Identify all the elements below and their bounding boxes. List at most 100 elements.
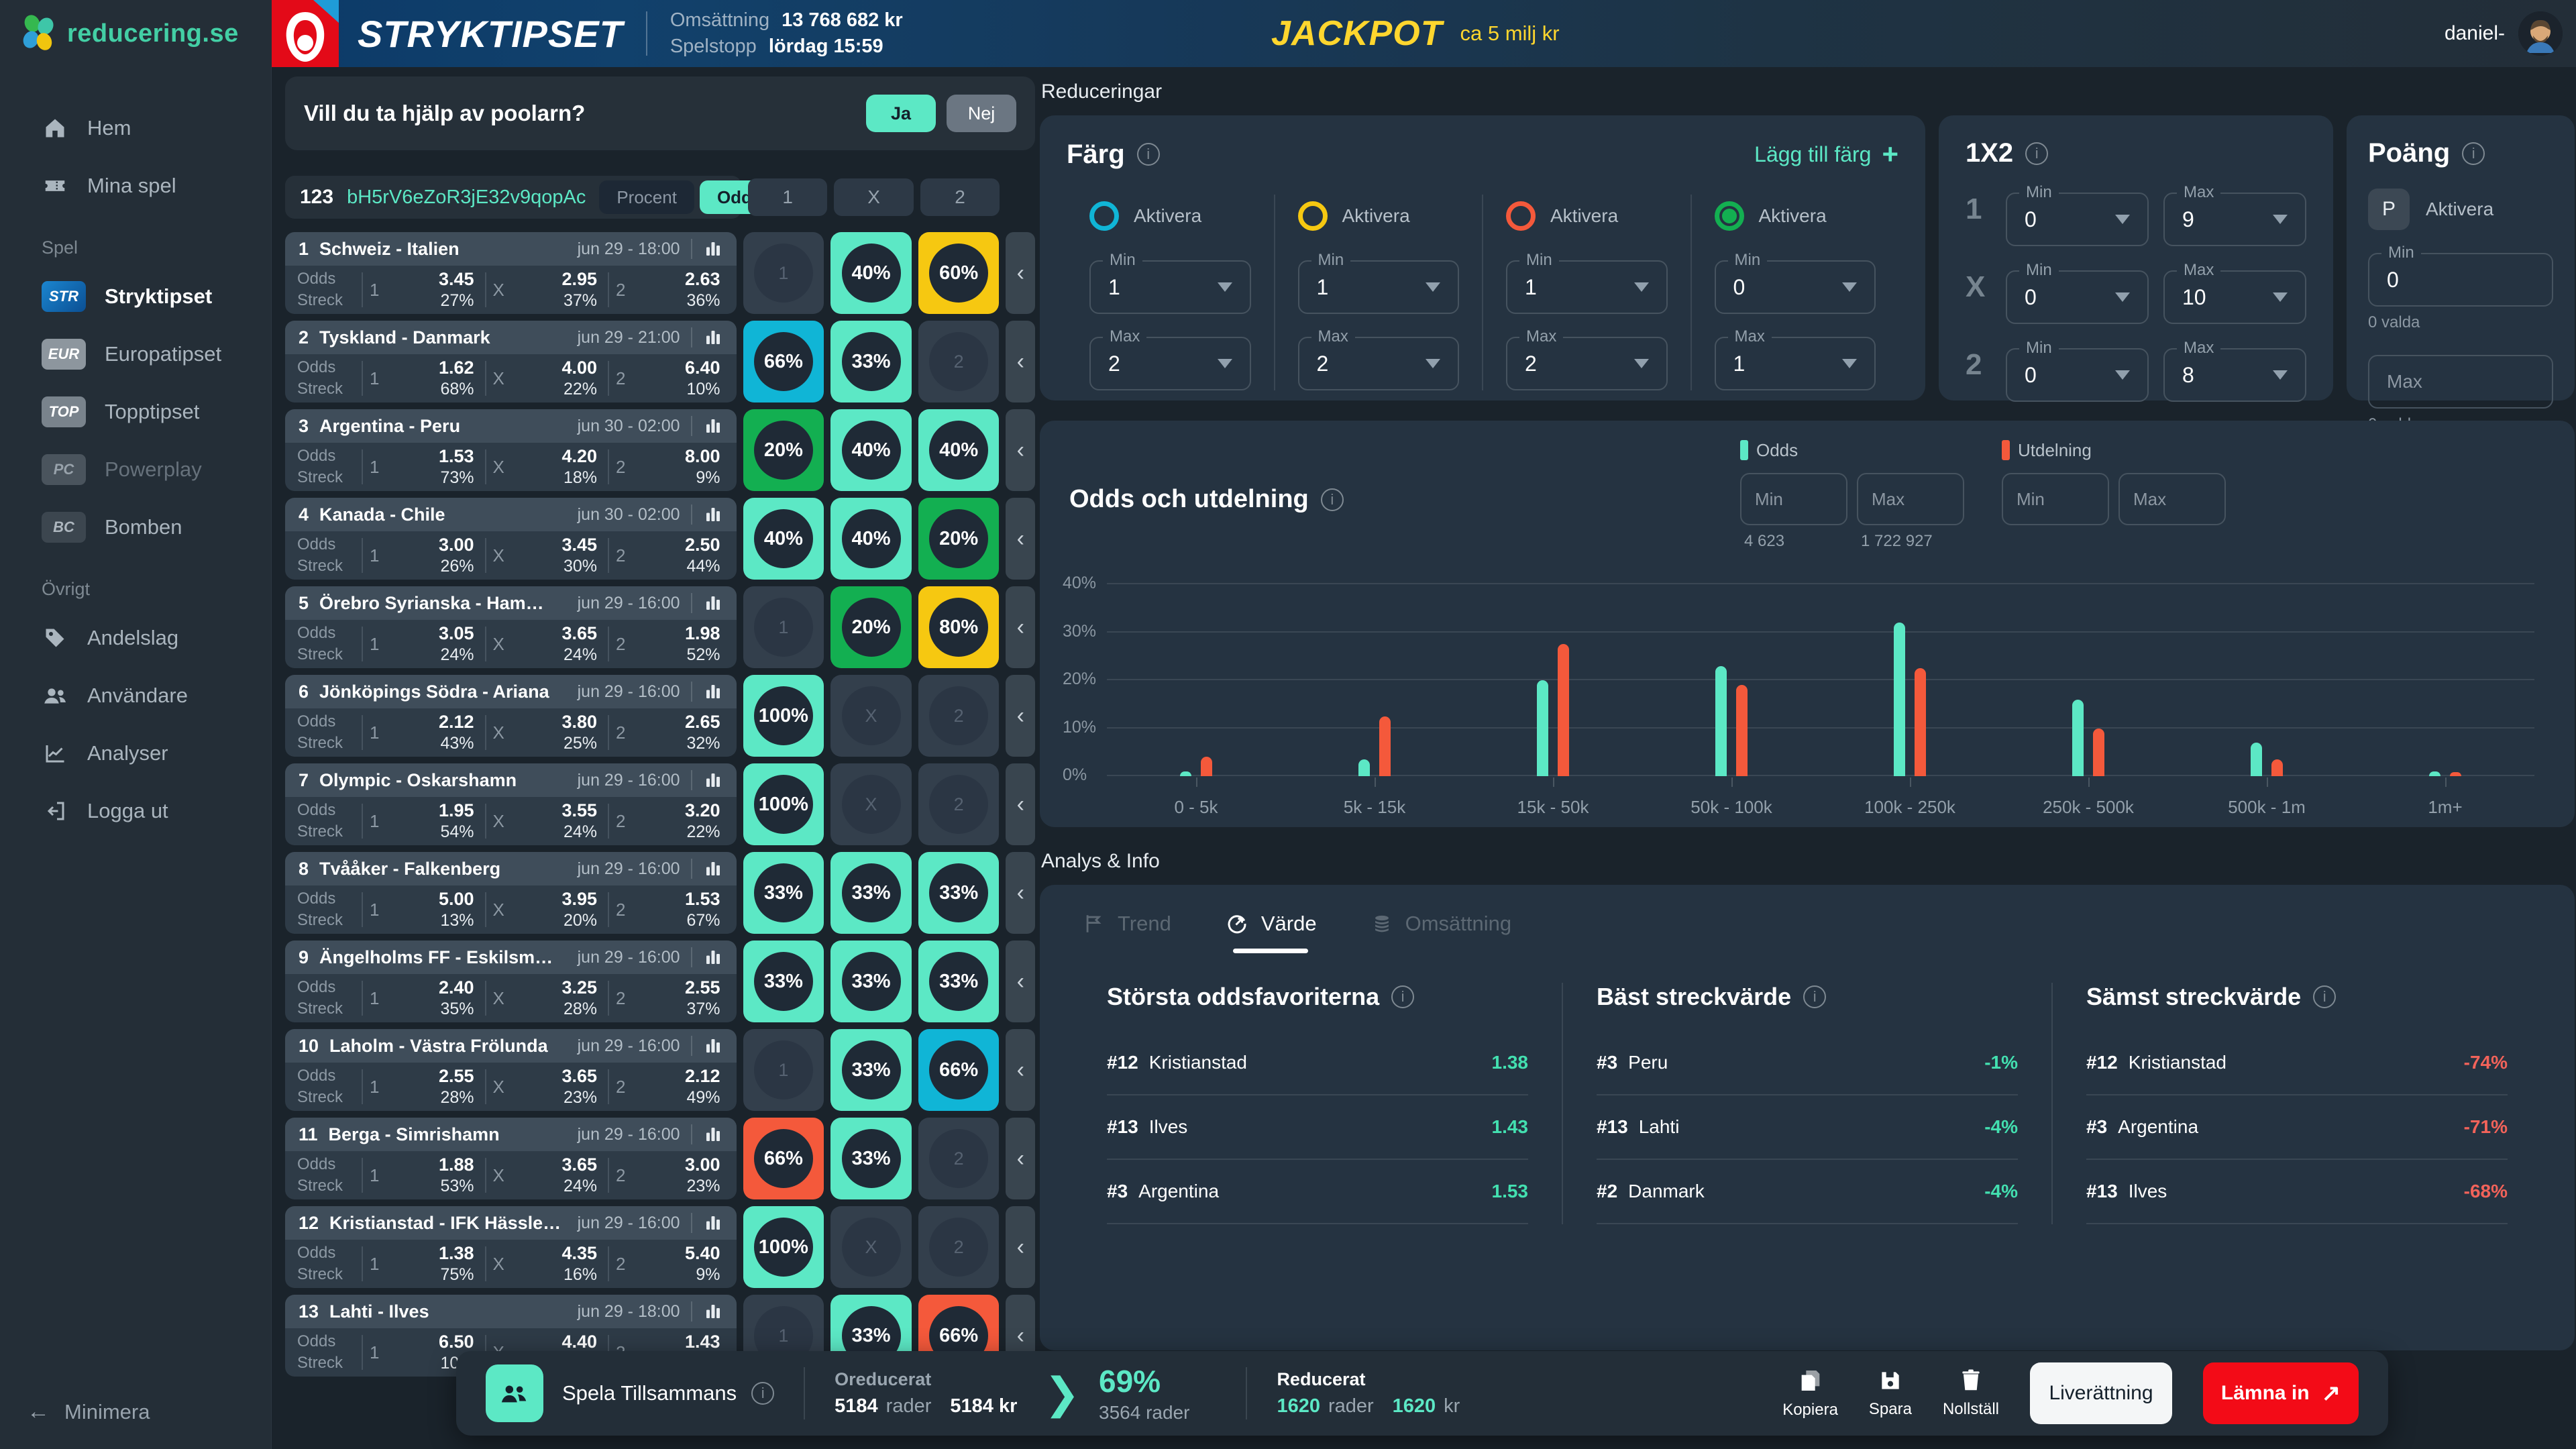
- tab-omsattning[interactable]: Omsättning: [1371, 912, 1512, 953]
- pick-cell-x[interactable]: X: [830, 763, 912, 845]
- color-green-min-select[interactable]: Min0: [1715, 260, 1876, 314]
- pick-cell-x[interactable]: 40%: [830, 498, 912, 580]
- pick-cell-2[interactable]: 66%: [918, 1029, 1000, 1111]
- expand-match-button[interactable]: [1006, 1029, 1035, 1111]
- tab-varde[interactable]: Värde: [1225, 912, 1317, 953]
- odds-max-input[interactable]: Max: [1857, 473, 1964, 525]
- expand-match-button[interactable]: [1006, 498, 1035, 580]
- activate-color-green[interactable]: Aktivera: [1715, 195, 1876, 237]
- pick-cell-x[interactable]: 33%: [830, 1029, 912, 1111]
- sidebar-item-andelslag[interactable]: Andelslag: [0, 609, 271, 667]
- pick-cell-2[interactable]: 20%: [918, 498, 1000, 580]
- sidebar-item-stryktipset[interactable]: STR Stryktipset: [0, 268, 271, 325]
- sidebar-item-europatipset[interactable]: EUR Europatipset: [0, 325, 271, 383]
- pick-cell-2[interactable]: 2: [918, 321, 1000, 402]
- pick-cell-2[interactable]: 2: [918, 1206, 1000, 1288]
- expand-match-button[interactable]: [1006, 852, 1035, 934]
- payout-max-input[interactable]: Max: [2118, 473, 2226, 525]
- bar-chart-icon[interactable]: [703, 327, 723, 347]
- copy-button[interactable]: Kopiera: [1782, 1367, 1838, 1419]
- points-activate-label[interactable]: Aktivera: [2426, 199, 2493, 220]
- pick-cell-2[interactable]: 33%: [918, 852, 1000, 934]
- add-color-button[interactable]: Lägg till färg: [1754, 138, 1898, 170]
- bar-chart-icon[interactable]: [703, 416, 723, 436]
- info-icon[interactable]: [1391, 985, 1414, 1008]
- pick-cell-x[interactable]: 33%: [830, 852, 912, 934]
- expand-match-button[interactable]: [1006, 586, 1035, 668]
- expand-match-button[interactable]: [1006, 321, 1035, 402]
- column-header-1[interactable]: 1: [748, 178, 827, 216]
- info-icon[interactable]: [2025, 142, 2048, 165]
- pick-cell-1[interactable]: 33%: [743, 852, 824, 934]
- pick-cell-1[interactable]: 100%: [743, 763, 824, 845]
- sidebar-item-logga-ut[interactable]: Logga ut: [0, 782, 271, 840]
- sign-1-max-select[interactable]: Max9: [2163, 193, 2306, 246]
- sidebar-item-hem[interactable]: Hem: [0, 99, 271, 157]
- sidebar-item-bomben[interactable]: BC Bomben: [0, 498, 271, 556]
- avatar[interactable]: [2518, 11, 2563, 56]
- info-icon[interactable]: [751, 1382, 774, 1405]
- payout-min-input[interactable]: Min: [2002, 473, 2109, 525]
- bar-chart-icon[interactable]: [703, 504, 723, 525]
- color-green-max-select[interactable]: Max1: [1715, 337, 1876, 390]
- info-icon[interactable]: [1803, 985, 1826, 1008]
- bar-chart-icon[interactable]: [703, 1301, 723, 1322]
- pick-cell-2[interactable]: 2: [918, 763, 1000, 845]
- sidebar-item-topptipset[interactable]: TOP Topptipset: [0, 383, 271, 441]
- points-min-select[interactable]: Min 0: [2368, 253, 2553, 307]
- toggle-procent-button[interactable]: Procent: [599, 180, 694, 214]
- sign-2-max-select[interactable]: Max8: [2163, 348, 2306, 402]
- bar-chart-icon[interactable]: [703, 770, 723, 790]
- pick-cell-1[interactable]: 100%: [743, 675, 824, 757]
- info-icon[interactable]: [1137, 143, 1160, 166]
- pick-cell-x[interactable]: 40%: [830, 409, 912, 491]
- submit-button[interactable]: Lämna in: [2203, 1362, 2359, 1424]
- points-p-chip[interactable]: P: [2368, 189, 2410, 230]
- bar-chart-icon[interactable]: [703, 947, 723, 967]
- sign-1-min-select[interactable]: Min0: [2006, 193, 2149, 246]
- color-cyan-min-select[interactable]: Min1: [1089, 260, 1251, 314]
- color-yellow-max-select[interactable]: Max2: [1298, 337, 1460, 390]
- pick-cell-1[interactable]: 100%: [743, 1206, 824, 1288]
- expand-match-button[interactable]: [1006, 675, 1035, 757]
- expand-match-button[interactable]: [1006, 232, 1035, 314]
- pick-cell-1[interactable]: 1: [743, 1029, 824, 1111]
- activate-color-cyan[interactable]: Aktivera: [1089, 195, 1251, 237]
- bar-chart-icon[interactable]: [703, 1124, 723, 1144]
- bar-chart-icon[interactable]: [703, 1213, 723, 1233]
- pick-cell-1[interactable]: 33%: [743, 941, 824, 1022]
- pick-cell-x[interactable]: 33%: [830, 1118, 912, 1199]
- pick-cell-1[interactable]: 66%: [743, 1118, 824, 1199]
- activate-color-red[interactable]: Aktivera: [1506, 195, 1668, 237]
- pick-cell-2[interactable]: 2: [918, 675, 1000, 757]
- pick-cell-2[interactable]: 80%: [918, 586, 1000, 668]
- color-red-max-select[interactable]: Max2: [1506, 337, 1668, 390]
- color-yellow-min-select[interactable]: Min1: [1298, 260, 1460, 314]
- column-header-x[interactable]: X: [834, 178, 913, 216]
- pool-help-yes-button[interactable]: Ja: [866, 95, 936, 132]
- pick-cell-2[interactable]: 2: [918, 1118, 1000, 1199]
- pick-cell-1[interactable]: 20%: [743, 409, 824, 491]
- save-button[interactable]: Spara: [1869, 1368, 1912, 1419]
- pick-cell-2[interactable]: 60%: [918, 232, 1000, 314]
- pick-cell-1[interactable]: 1: [743, 586, 824, 668]
- pick-cell-2[interactable]: 40%: [918, 409, 1000, 491]
- pick-cell-x[interactable]: X: [830, 675, 912, 757]
- color-cyan-max-select[interactable]: Max2: [1089, 337, 1251, 390]
- bar-chart-icon[interactable]: [703, 682, 723, 702]
- sign-X-max-select[interactable]: Max10: [2163, 270, 2306, 324]
- tab-trend[interactable]: Trend: [1083, 912, 1171, 953]
- reset-button[interactable]: Nollställ: [1943, 1368, 1999, 1419]
- sidebar-item-analyser[interactable]: Analyser: [0, 724, 271, 782]
- pick-cell-x[interactable]: 33%: [830, 321, 912, 402]
- expand-match-button[interactable]: [1006, 941, 1035, 1022]
- info-icon[interactable]: [1321, 488, 1344, 511]
- odds-min-input[interactable]: Min: [1740, 473, 1847, 525]
- bar-chart-icon[interactable]: [703, 593, 723, 613]
- sidebar-item-anvandare[interactable]: Användare: [0, 667, 271, 724]
- expand-match-button[interactable]: [1006, 763, 1035, 845]
- points-max-input[interactable]: Max: [2368, 355, 2553, 409]
- expand-match-button[interactable]: [1006, 409, 1035, 491]
- info-icon[interactable]: [2462, 142, 2485, 165]
- pick-cell-x[interactable]: 40%: [830, 232, 912, 314]
